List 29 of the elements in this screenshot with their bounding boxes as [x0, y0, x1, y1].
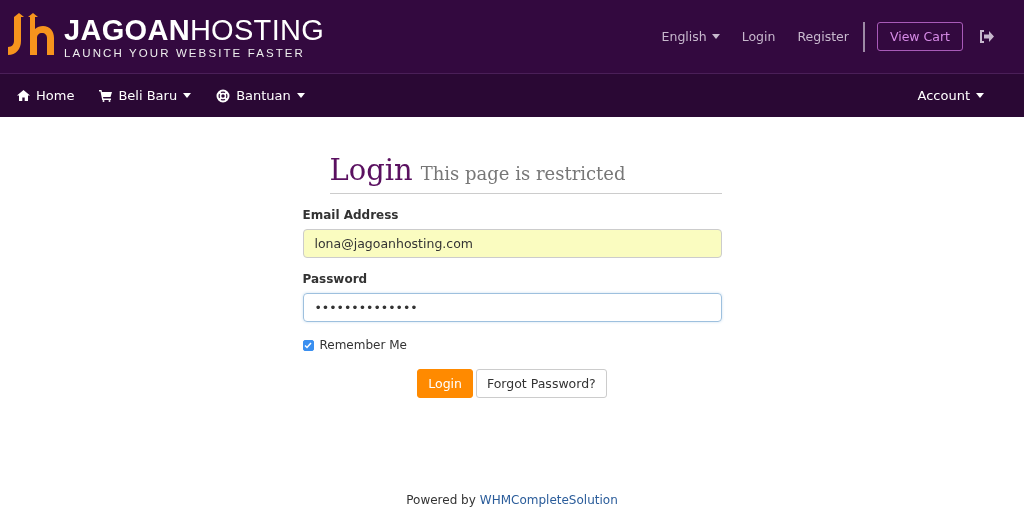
footer-text: Powered by	[406, 493, 476, 507]
home-icon	[17, 90, 30, 101]
caret-icon	[711, 34, 720, 39]
lifebuoy-icon	[216, 88, 231, 103]
forgot-password-button[interactable]: Forgot Password?	[475, 369, 607, 398]
top-link[interactable]: English	[661, 29, 720, 44]
caret-icon	[296, 93, 305, 98]
brand-name: JAGOANHOSTING	[64, 14, 325, 45]
view-cart-button[interactable]: View Cart	[876, 22, 963, 51]
caret-icon	[183, 93, 192, 98]
input-field[interactable]: lona@jagoanhosting.com	[302, 229, 722, 258]
field-label: Password	[302, 272, 369, 286]
nav-item[interactable]: Beli Baru	[99, 88, 192, 103]
nav-item[interactable]: Home	[17, 88, 75, 103]
brand-tagline: LAUNCH YOUR WEBSITE FASTER	[64, 46, 306, 59]
account-menu[interactable]: Account	[917, 88, 984, 103]
page-subtitle: This page is restricted	[420, 163, 626, 184]
field-label: Email Address	[302, 208, 400, 222]
footer-link[interactable]: WHMCompleteSolution	[479, 493, 618, 507]
input-field[interactable]: ••••••••••••••	[302, 293, 722, 322]
checkbox[interactable]	[302, 339, 314, 351]
cart-icon	[99, 89, 113, 102]
top-link[interactable]: Register	[797, 29, 849, 44]
nav-item[interactable]: Bantuan	[216, 88, 305, 103]
checkbox-label: Remember Me	[319, 338, 407, 352]
logout-icon[interactable]	[979, 30, 994, 43]
page-title: Login	[329, 153, 413, 187]
top-link[interactable]: Login	[741, 29, 776, 44]
caret-icon	[976, 93, 984, 98]
